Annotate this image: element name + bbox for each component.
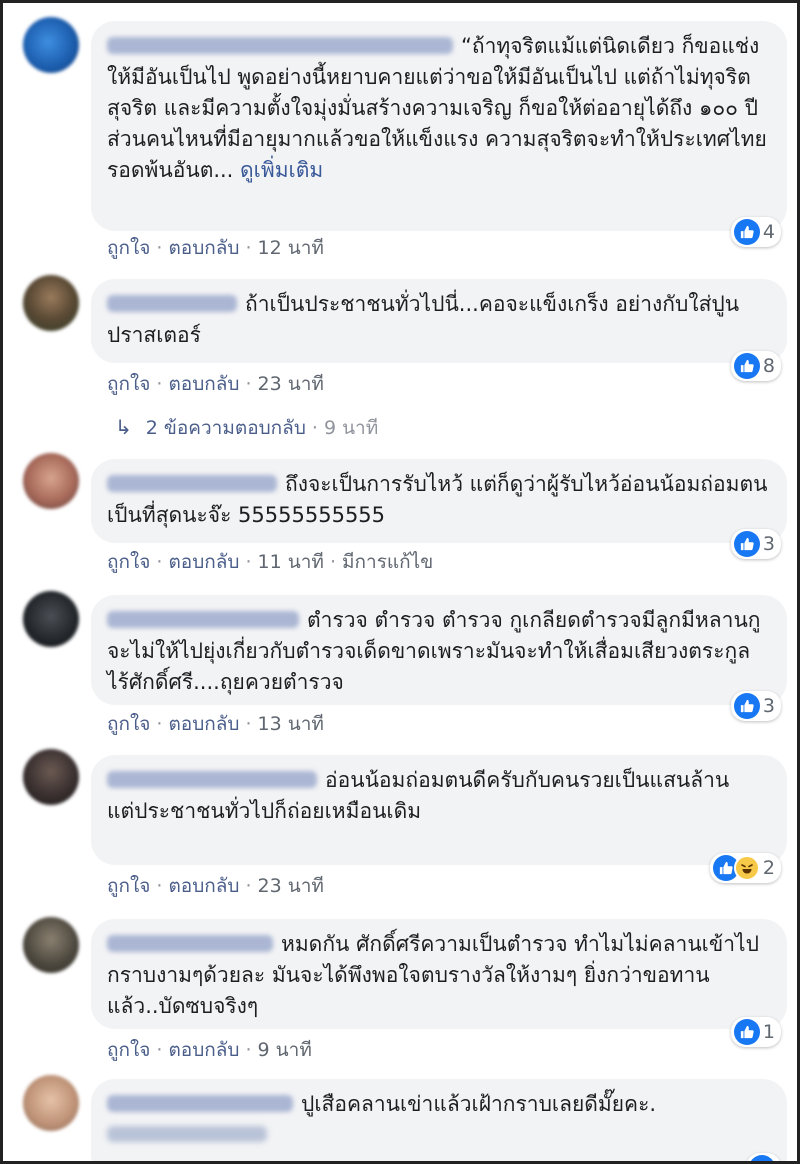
comment-bubble: หมดกัน ศักดิ์ศรีความเป็นตำรวจ ทำไมไม่คลา… [91, 919, 787, 1029]
comments-panel: “ถ้าทุจริตแม้แต่นิดเดียว ก็ขอแช่งให้มีอั… [0, 0, 800, 1164]
comment-actions: ถูกใจ · ตอบกลับ · 11 นาที · มีการแก้ไข [107, 551, 434, 573]
like-icon [733, 219, 760, 245]
reaction-summary[interactable]: 2 [709, 853, 781, 883]
reaction-count: 4 [762, 221, 775, 243]
like-icon [733, 353, 760, 379]
like-link[interactable]: ถูกใจ [107, 373, 150, 395]
avatar[interactable] [23, 917, 79, 973]
replies-count[interactable]: 2 ข้อความตอบกลับ [146, 417, 306, 439]
commenter-name[interactable] [107, 770, 317, 788]
like-icon [733, 693, 760, 719]
haha-icon [733, 855, 760, 881]
commenter-name[interactable] [107, 934, 273, 952]
commenter-name[interactable] [107, 474, 277, 492]
avatar[interactable] [23, 17, 79, 73]
comment-time[interactable]: 23 นาที [258, 875, 324, 897]
comment-text: “ถ้าทุจริตแม้แต่นิดเดียว ก็ขอแช่งให้มีอั… [107, 34, 767, 182]
reply-link[interactable]: ตอบกลับ [168, 551, 239, 573]
like-link[interactable]: ถูกใจ [107, 875, 150, 897]
comment-bubble: “ถ้าทุจริตแม้แต่นิดเดียว ก็ขอแช่งให้มีอั… [91, 21, 787, 231]
reaction-summary[interactable]: 4 [730, 217, 781, 247]
like-link[interactable]: ถูกใจ [107, 551, 150, 573]
reaction-count: 2 [762, 857, 775, 879]
avatar[interactable] [23, 453, 79, 509]
comment-bubble: ปูเสือคลานเข่าแล้วเฝ้ากราบเลยดีมั๊ยคะ. [91, 1079, 787, 1161]
like-link[interactable]: ถูกใจ [107, 237, 150, 259]
comment-bubble: ถ้าเป็นประชาชนทั่วไปนี่...คอจะแข็งเกร็ง … [91, 279, 787, 363]
reaction-count: 3 [762, 695, 775, 717]
reaction-count: 1 [762, 1021, 775, 1043]
avatar[interactable] [23, 275, 79, 331]
avatar[interactable] [23, 1075, 79, 1131]
comment-actions: ถูกใจ · ตอบกลับ · 12 นาที [107, 237, 324, 259]
commenter-name[interactable] [107, 36, 453, 54]
comment-actions: ถูกใจ · ตอบกลับ · 9 นาที [107, 1039, 312, 1061]
comment-actions: ถูกใจ · ตอบกลับ · 23 นาที [107, 373, 324, 395]
commenter-name[interactable] [107, 1094, 293, 1112]
reaction-count: 3 [762, 533, 775, 555]
comment-bubble: อ่อนน้อมถ่อมตนดีครับกับคนรวยเป็นแสนล้าน … [91, 755, 787, 865]
avatar[interactable] [23, 591, 79, 647]
comment-time[interactable]: 23 นาที [258, 373, 324, 395]
comment-time[interactable]: 11 นาที [258, 551, 324, 573]
reply-link[interactable]: ตอบกลับ [168, 875, 239, 897]
like-link[interactable]: ถูกใจ [107, 713, 150, 735]
view-replies-link[interactable]: ↳ 2 ข้อความตอบกลับ · 9 นาที [115, 413, 378, 443]
reply-link[interactable]: ตอบกลับ [168, 373, 239, 395]
comment-actions: ถูกใจ · ตอบกลับ · 23 นาที [107, 875, 324, 897]
like-link[interactable]: ถูกใจ [107, 1039, 150, 1061]
edited-label[interactable]: มีการแก้ไข [342, 551, 433, 573]
comment-text: ปูเสือคลานเข่าแล้วเฝ้ากราบเลยดีมั๊ยคะ. [301, 1092, 657, 1116]
commenter-name[interactable] [107, 294, 237, 312]
like-icon [733, 531, 760, 557]
like-icon [749, 1155, 775, 1161]
comment-bubble: ถึงจะเป็นการรับไหว้ แต่ก็ดูว่าผู้รับไหว้… [91, 459, 787, 543]
commenter-name[interactable] [107, 610, 299, 628]
comment-time[interactable]: 13 นาที [258, 713, 324, 735]
reply-arrow-icon: ↳ [115, 415, 132, 439]
comment-time[interactable]: 12 นาที [258, 237, 324, 259]
reaction-summary[interactable]: 8 [730, 351, 781, 381]
reply-link[interactable]: ตอบกลับ [168, 1039, 239, 1061]
avatar[interactable] [23, 749, 79, 805]
comment-bubble: ตำรวจ ตำรวจ ตำรวจ กูเกลียดตำรวจมีลูกมีหล… [91, 595, 787, 705]
reaction-summary[interactable]: 1 [730, 1017, 781, 1047]
see-more-link[interactable]: ดูเพิ่มเติม [240, 158, 323, 182]
reply-link[interactable]: ตอบกลับ [168, 237, 239, 259]
commenter-tag[interactable] [107, 1126, 267, 1142]
replies-time: 9 นาที [323, 417, 379, 439]
reaction-count: 8 [762, 355, 775, 377]
reaction-summary[interactable]: 3 [730, 691, 781, 721]
comment-time[interactable]: 9 นาที [258, 1039, 312, 1061]
reaction-summary[interactable]: 3 [730, 529, 781, 559]
like-icon [733, 1019, 760, 1045]
comment-actions: ถูกใจ · ตอบกลับ · 13 นาที [107, 713, 324, 735]
reply-link[interactable]: ตอบกลับ [168, 713, 239, 735]
